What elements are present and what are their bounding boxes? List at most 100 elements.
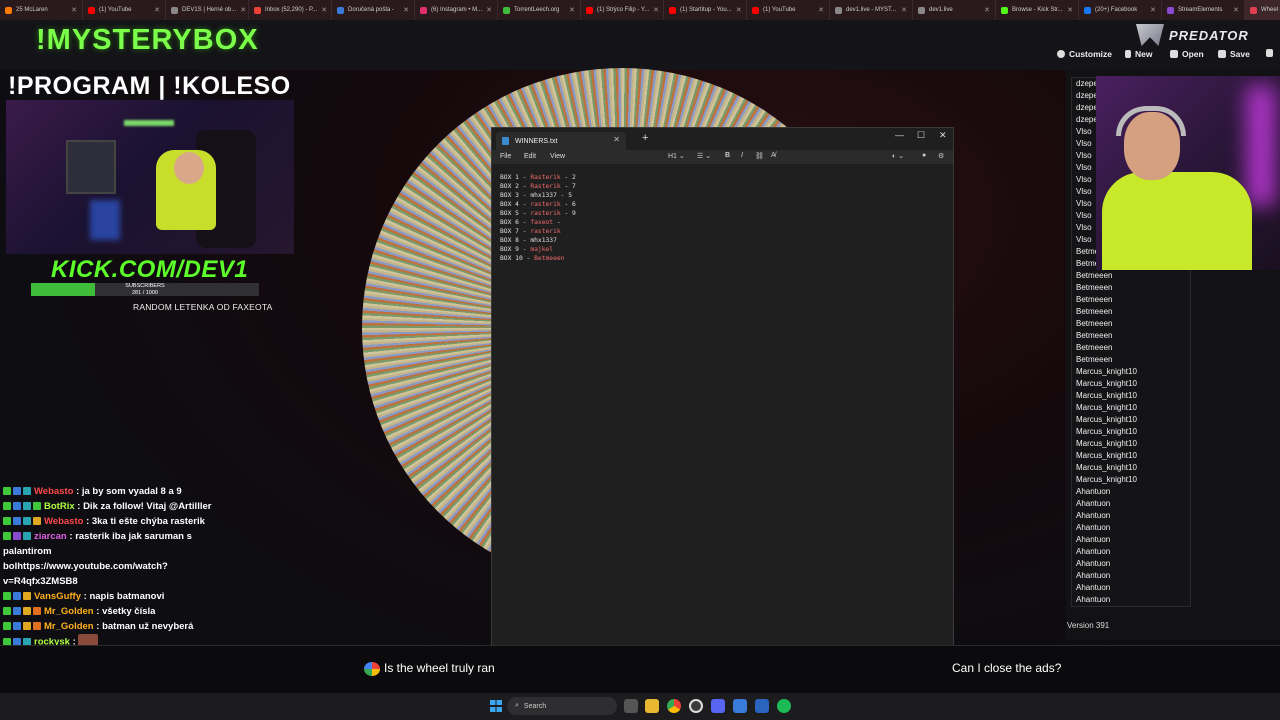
close-tab-icon[interactable]: ✕ bbox=[1150, 6, 1156, 14]
bold-icon[interactable]: B bbox=[725, 152, 730, 159]
close-tab-icon[interactable]: ✕ bbox=[984, 6, 990, 14]
entry-item[interactable]: Ahantuon bbox=[1072, 546, 1190, 558]
browser-tab[interactable]: (1) Strýco Filip - Y... ✕ bbox=[581, 0, 664, 20]
browser-tab[interactable]: TorrentLeech.org ✕ bbox=[498, 0, 581, 20]
menu-file[interactable]: File bbox=[500, 153, 511, 160]
vscode-icon[interactable] bbox=[755, 699, 769, 713]
open-button[interactable]: Open bbox=[1170, 49, 1204, 59]
maximize-icon[interactable]: ☐ bbox=[917, 130, 925, 141]
close-tab-icon[interactable]: ✕ bbox=[1067, 6, 1073, 14]
entry-item[interactable]: Betmeeen bbox=[1072, 270, 1190, 282]
entry-item[interactable]: Marcus_knight10 bbox=[1072, 426, 1190, 438]
browser-tab[interactable]: dev1.live - MYST... ✕ bbox=[830, 0, 913, 20]
entry-item[interactable]: Ahantuon bbox=[1072, 510, 1190, 522]
entry-item[interactable]: Marcus_knight10 bbox=[1072, 402, 1190, 414]
browser-tab[interactable]: StreamElements ✕ bbox=[1162, 0, 1245, 20]
browser-tab[interactable]: (6) Instagram • M... ✕ bbox=[415, 0, 498, 20]
notepad-tab[interactable]: WINNERS.txt ✕ bbox=[496, 132, 626, 150]
close-tab-icon[interactable]: ✕ bbox=[613, 135, 620, 144]
minimize-icon[interactable]: — bbox=[895, 130, 904, 140]
entry-item[interactable]: Ahantuon bbox=[1072, 534, 1190, 546]
entry-item[interactable]: Ahantuon bbox=[1072, 570, 1190, 582]
customize-button[interactable]: Customize bbox=[1057, 49, 1112, 59]
entry-item[interactable]: Betmeeen bbox=[1072, 342, 1190, 354]
file-explorer-icon[interactable] bbox=[645, 699, 659, 713]
menu-edit[interactable]: Edit bbox=[524, 153, 536, 160]
obs-icon[interactable] bbox=[689, 699, 703, 713]
browser-tab[interactable]: Inbox (52,290) - P... ✕ bbox=[249, 0, 332, 20]
close-tab-icon[interactable]: ✕ bbox=[240, 6, 246, 14]
notepad-window[interactable]: WINNERS.txt ✕ + — ☐ ✕ File Edit View H1 … bbox=[491, 127, 954, 692]
browser-tab[interactable]: (1) YouTube ✕ bbox=[747, 0, 830, 20]
chat-username[interactable]: Mr_Golden bbox=[44, 621, 94, 632]
close-icon[interactable]: ✕ bbox=[939, 130, 947, 141]
entry-item[interactable]: Betmeeen bbox=[1072, 330, 1190, 342]
browser-tab[interactable]: DEV1S | Herné ob... ✕ bbox=[166, 0, 249, 20]
browser-tab[interactable]: (20+) Facebook ✕ bbox=[1079, 0, 1162, 20]
link-icon[interactable]: ⛓ bbox=[755, 152, 764, 160]
close-tab-icon[interactable]: ✕ bbox=[71, 6, 77, 14]
browser-tab[interactable]: dev1.live ✕ bbox=[913, 0, 996, 20]
entry-item[interactable]: Ahantuon bbox=[1072, 594, 1190, 606]
close-tab-icon[interactable]: ✕ bbox=[818, 6, 824, 14]
heading-dropdown[interactable]: H1 ⌄ bbox=[668, 152, 685, 160]
close-tab-icon[interactable]: ✕ bbox=[736, 6, 742, 14]
copilot-icon[interactable]: ◐ ⌄ bbox=[892, 152, 904, 160]
close-tab-icon[interactable]: ✕ bbox=[154, 6, 160, 14]
chat-username[interactable]: VansGuffy bbox=[34, 591, 81, 602]
notepad-taskbar-icon[interactable] bbox=[733, 699, 747, 713]
close-tab-icon[interactable]: ✕ bbox=[486, 6, 492, 14]
entry-item[interactable]: Ahantuon bbox=[1072, 522, 1190, 534]
spotify-icon[interactable] bbox=[777, 699, 791, 713]
browser-tab[interactable]: Wheel of Name...✕ bbox=[1245, 0, 1280, 20]
new-tab-icon[interactable]: + bbox=[642, 132, 648, 144]
browser-tab[interactable]: (1) Startitup - You... ✕ bbox=[664, 0, 747, 20]
chat-username[interactable]: ziarcan bbox=[34, 531, 67, 542]
entry-item[interactable]: Marcus_knight10 bbox=[1072, 414, 1190, 426]
entry-item[interactable]: Marcus_knight10 bbox=[1072, 438, 1190, 450]
share-button[interactable] bbox=[1266, 49, 1273, 57]
italic-icon[interactable]: I bbox=[741, 152, 743, 159]
close-tab-icon[interactable]: ✕ bbox=[653, 6, 659, 14]
save-button[interactable]: Save bbox=[1218, 49, 1250, 59]
new-button[interactable]: New bbox=[1125, 49, 1152, 59]
notepad-text-area[interactable]: BOX 1 - Rasterik - 2 BOX 2 - Rasterik - 7… bbox=[500, 173, 576, 263]
close-tab-icon[interactable]: ✕ bbox=[1233, 6, 1239, 14]
entry-item[interactable]: Ahantuon bbox=[1072, 498, 1190, 510]
list-icon[interactable]: ☰ ⌄ bbox=[697, 152, 711, 160]
entry-item[interactable]: Marcus_knight10 bbox=[1072, 378, 1190, 390]
close-tab-icon[interactable]: ✕ bbox=[901, 6, 907, 14]
browser-tab[interactable]: Browse - Kick Str... ✕ bbox=[996, 0, 1079, 20]
account-icon[interactable]: ● bbox=[922, 152, 926, 159]
close-tab-icon[interactable]: ✕ bbox=[321, 6, 327, 14]
entry-item[interactable]: Marcus_knight10 bbox=[1072, 366, 1190, 378]
taskbar-search[interactable]: ⌕ Search bbox=[507, 697, 617, 715]
windows-start-icon[interactable] bbox=[490, 700, 502, 712]
entry-item[interactable]: Marcus_knight10 bbox=[1072, 474, 1190, 486]
entry-item[interactable]: Ahantuon bbox=[1072, 558, 1190, 570]
entry-item[interactable]: Betmeeen bbox=[1072, 354, 1190, 366]
faq-question-wheel[interactable]: Is the wheel truly ran bbox=[384, 661, 495, 675]
entry-item[interactable]: Marcus_knight10 bbox=[1072, 390, 1190, 402]
browser-tab[interactable]: Doručená pošta - ✕ bbox=[332, 0, 415, 20]
browser-tab[interactable]: (1) YouTube ✕ bbox=[83, 0, 166, 20]
chrome-icon[interactable] bbox=[667, 699, 681, 713]
task-view-icon[interactable] bbox=[624, 699, 638, 713]
chat-username[interactable]: Webasto bbox=[34, 486, 73, 497]
entry-item[interactable]: Ahantuon bbox=[1072, 486, 1190, 498]
entry-item[interactable]: Ahantuon bbox=[1072, 582, 1190, 594]
close-tab-icon[interactable]: ✕ bbox=[569, 6, 575, 14]
entry-item[interactable]: Betmeeen bbox=[1072, 306, 1190, 318]
settings-gear-icon[interactable]: ⚙ bbox=[938, 152, 944, 160]
browser-tab[interactable]: 25 McLaren ✕ bbox=[0, 0, 83, 20]
discord-icon[interactable] bbox=[711, 699, 725, 713]
faq-question-ads[interactable]: Can I close the ads? bbox=[952, 661, 1061, 675]
clear-format-icon[interactable]: A̸ bbox=[771, 152, 776, 159]
entry-item[interactable]: Betmeeen bbox=[1072, 294, 1190, 306]
entry-item[interactable]: Marcus_knight10 bbox=[1072, 462, 1190, 474]
chat-username[interactable]: Mr_Golden bbox=[44, 606, 94, 617]
menu-view[interactable]: View bbox=[550, 153, 565, 160]
entry-item[interactable]: Betmeeen bbox=[1072, 282, 1190, 294]
chat-username[interactable]: BotRix bbox=[44, 501, 75, 512]
close-tab-icon[interactable]: ✕ bbox=[403, 6, 409, 14]
